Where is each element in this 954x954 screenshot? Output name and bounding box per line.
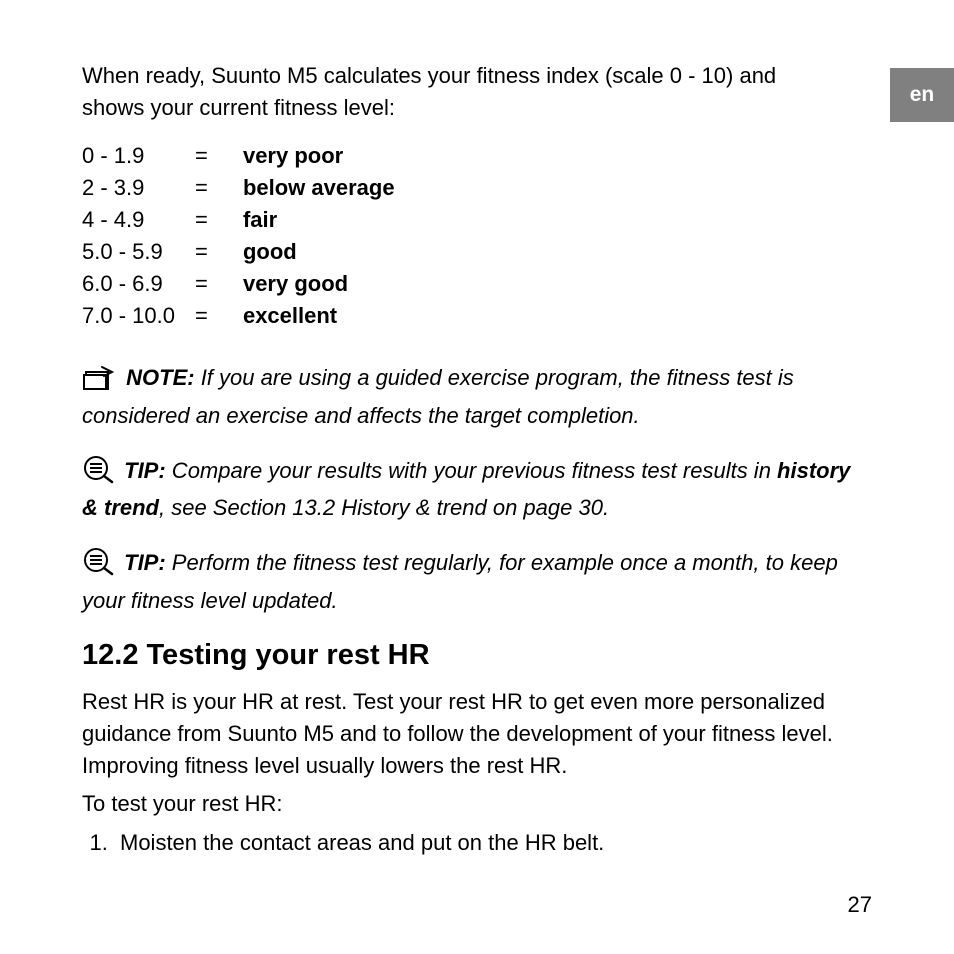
note-icon bbox=[82, 365, 116, 400]
table-row: 0 - 1.9 = very poor bbox=[82, 140, 415, 172]
scale-label: good bbox=[243, 236, 415, 268]
table-row: 4 - 4.9 = fair bbox=[82, 204, 415, 236]
scale-range: 2 - 3.9 bbox=[82, 172, 195, 204]
scale-range: 0 - 1.9 bbox=[82, 140, 195, 172]
note-callout: NOTE: If you are using a guided exercise… bbox=[82, 362, 872, 432]
scale-range: 5.0 - 5.9 bbox=[82, 236, 195, 268]
scale-range: 7.0 - 10.0 bbox=[82, 300, 195, 332]
scale-eq: = bbox=[195, 268, 243, 300]
scale-label: below average bbox=[243, 172, 415, 204]
table-row: 6.0 - 6.9 = very good bbox=[82, 268, 415, 300]
fitness-scale-table: 0 - 1.9 = very poor 2 - 3.9 = below aver… bbox=[82, 140, 415, 332]
tip-callout: TIP: Compare your results with your prev… bbox=[82, 454, 872, 525]
table-row: 7.0 - 10.0 = excellent bbox=[82, 300, 415, 332]
note-lead: NOTE: bbox=[126, 365, 194, 390]
scale-eq: = bbox=[195, 172, 243, 204]
manual-page: en When ready, Suunto M5 calculates your… bbox=[0, 0, 954, 954]
section-heading: 12.2 Testing your rest HR bbox=[82, 639, 872, 672]
tip-lead: TIP: bbox=[124, 550, 166, 575]
scale-range: 6.0 - 6.9 bbox=[82, 268, 195, 300]
table-row: 2 - 3.9 = below average bbox=[82, 172, 415, 204]
list-item: Moisten the contact areas and put on the… bbox=[114, 826, 872, 859]
tip-icon bbox=[82, 546, 114, 585]
tip-text: Perform the fitness test regularly, for … bbox=[82, 550, 838, 613]
scale-eq: = bbox=[195, 204, 243, 236]
scale-label: excellent bbox=[243, 300, 415, 332]
intro-paragraph: When ready, Suunto M5 calculates your fi… bbox=[82, 60, 812, 124]
scale-range: 4 - 4.9 bbox=[82, 204, 195, 236]
scale-label: fair bbox=[243, 204, 415, 236]
tip-lead: TIP: bbox=[124, 458, 166, 483]
tip-text-post: , see Section 13.2 History & trend on pa… bbox=[159, 495, 609, 520]
scale-eq: = bbox=[195, 236, 243, 268]
scale-label: very poor bbox=[243, 140, 415, 172]
body-paragraph: Rest HR is your HR at rest. Test your re… bbox=[82, 686, 872, 782]
table-row: 5.0 - 5.9 = good bbox=[82, 236, 415, 268]
tip-icon bbox=[82, 454, 114, 493]
tip-callout: TIP: Perform the fitness test regularly,… bbox=[82, 546, 872, 617]
language-tab: en bbox=[890, 68, 954, 122]
scale-eq: = bbox=[195, 140, 243, 172]
tip-text-pre: Compare your results with your previous … bbox=[166, 458, 777, 483]
scale-eq: = bbox=[195, 300, 243, 332]
scale-label: very good bbox=[243, 268, 415, 300]
steps-list: Moisten the contact areas and put on the… bbox=[82, 826, 872, 859]
body-paragraph: To test your rest HR: bbox=[82, 788, 872, 820]
page-number: 27 bbox=[848, 892, 872, 918]
